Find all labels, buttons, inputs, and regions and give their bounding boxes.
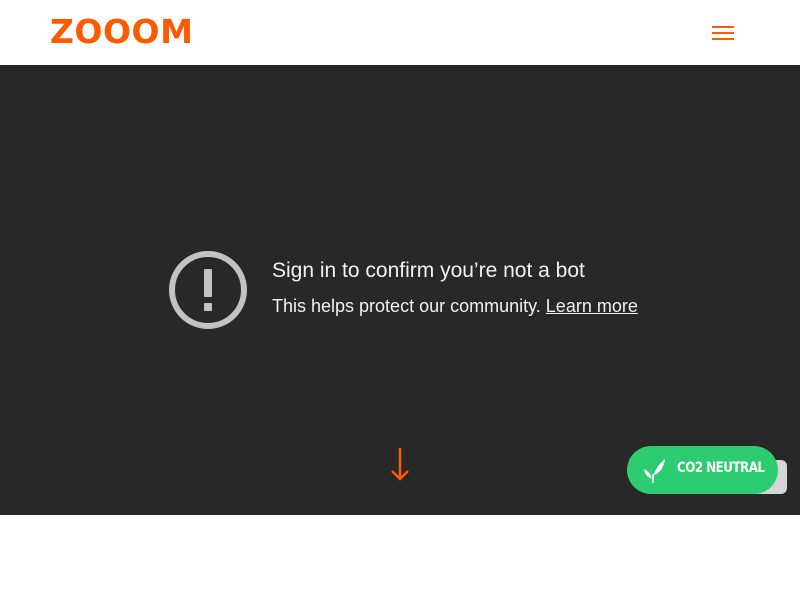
co2-neutral-label: CO2 NEUTRAL	[677, 460, 765, 476]
leaf-icon	[644, 459, 665, 483]
notice-subtitle: This helps protect our community.	[272, 296, 541, 316]
notice-subtitle-row: This helps protect our community. Learn …	[272, 296, 638, 317]
exclamation-circle-icon	[169, 251, 247, 329]
learn-more-link[interactable]: Learn more	[546, 296, 638, 316]
hamburger-line	[712, 38, 734, 40]
hamburger-menu-button[interactable]	[707, 20, 739, 46]
arrow-down-icon[interactable]	[388, 446, 412, 482]
hamburger-line	[712, 32, 734, 34]
notice-title: Sign in to confirm you’re not a bot	[272, 259, 585, 282]
brand-logo[interactable]: ZOOOM	[50, 14, 193, 50]
co2-neutral-badge[interactable]: CO2 NEUTRAL	[627, 446, 778, 494]
site-header: ZOOOM	[0, 0, 800, 65]
page-content-area	[0, 515, 800, 600]
hamburger-menu-icon	[712, 26, 734, 28]
